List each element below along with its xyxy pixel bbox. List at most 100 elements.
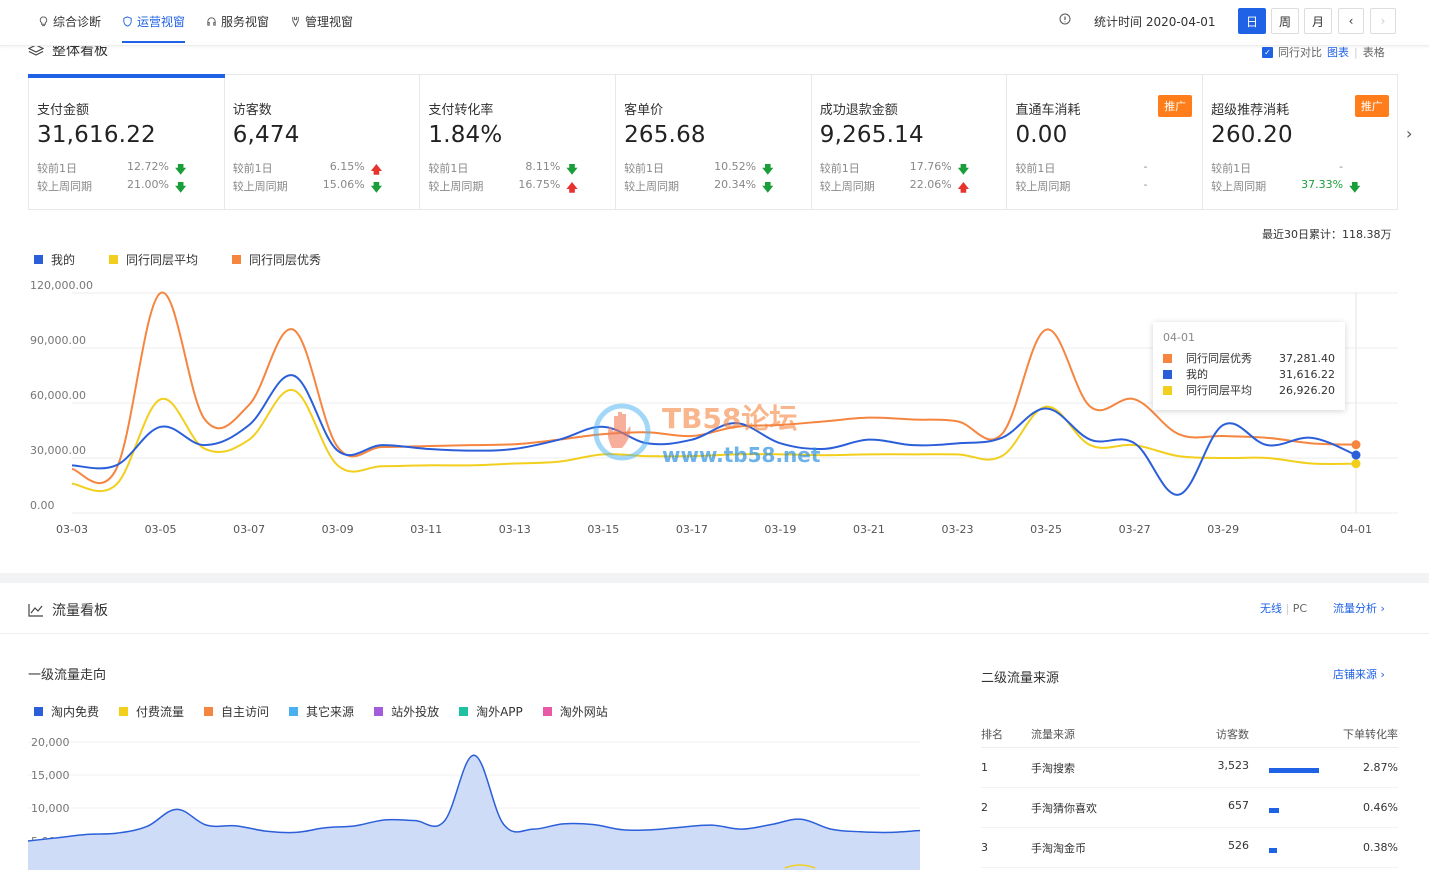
metric-card[interactable]: 支付转化率 1.84% 较前1日 8.11% 🡇 较上周同期 16.75% 🡅 — [420, 75, 617, 209]
tab-label: 服务视窗 — [221, 15, 270, 29]
day-compare-row: 较前1日 - — [1211, 160, 1391, 175]
legend-swatch — [204, 707, 214, 716]
down-arrow-icon: 🡇 — [175, 181, 187, 194]
metric-card[interactable]: 直通车消耗 推广 0.00 较前1日 - 较上周同期 - — [1007, 75, 1204, 209]
x-tick-label: 03-15 — [587, 523, 619, 536]
wireless-link[interactable]: 无线 — [1260, 602, 1282, 615]
prev-date-button[interactable]: ‹ — [1338, 8, 1364, 34]
traffic-analysis-link[interactable]: 流量分析 › — [1333, 600, 1385, 616]
traffic-chart-legend: 淘内免费 付费流量 自主访问 其它来源 站外投放 淘外APP 淘外网站 — [34, 703, 628, 720]
traffic-header: 流量看板 — [28, 600, 108, 620]
view-separator: | — [1354, 45, 1358, 59]
legend-swatch — [34, 707, 43, 716]
traffic-header-divider — [0, 633, 1429, 634]
row-visitors: 526 — [1228, 839, 1249, 852]
legend-swatch — [542, 707, 552, 716]
down-arrow-icon: 🡇 — [762, 181, 774, 194]
info-icon[interactable] — [1059, 13, 1071, 25]
metric-card[interactable]: 成功退款金额 9,265.14 较前1日 17.76% 🡇 较上周同期 22.06% 🡅 — [812, 75, 1008, 209]
x-tick-label: 03-09 — [322, 523, 354, 536]
table-header: 排名 流量来源 访客数 下单转化率 — [981, 720, 1398, 748]
watermark-line1: TB58论坛 — [662, 402, 797, 435]
promote-badge[interactable]: 推广 — [1354, 95, 1389, 117]
y-tick-label: 120,000.00 — [30, 279, 93, 292]
legend-label: 淘外APP — [476, 705, 523, 719]
legend-item[interactable]: 同行同层平均 — [109, 251, 198, 268]
legend-label: 其它来源 — [306, 705, 355, 719]
legend-swatch — [109, 255, 119, 264]
row-conversion: 2.87% — [1363, 761, 1398, 774]
tooltip-series-name: 我的 — [1186, 368, 1208, 381]
peer-compare-checkbox[interactable]: ✓ — [1262, 46, 1273, 58]
period-month-button[interactable]: 月 — [1304, 8, 1332, 34]
y-tick-label: 60,000.00 — [30, 389, 86, 402]
day-compare-row: 较前1日 10.52% 🡇 — [624, 160, 803, 176]
first-level-traffic-title: 一级流量走向 — [28, 668, 107, 683]
next-date-button[interactable]: › — [1370, 8, 1396, 34]
traffic-source-table: 排名 流量来源 访客数 下单转化率 1 手淘搜索 3,523 2.87% 2 手淘猜你喜欢… — [981, 720, 1398, 868]
week-compare-row: 较上周同期 15.06% 🡇 — [232, 178, 412, 194]
row-rank: 3 — [981, 841, 988, 854]
up-arrow-icon: 🡅 — [566, 181, 578, 194]
period-week-button[interactable]: 周 — [1271, 8, 1299, 34]
metric-value: 31,616.22 — [37, 122, 156, 148]
legend-item[interactable]: 淘外网站 — [542, 703, 608, 720]
device-separator: | — [1285, 602, 1290, 615]
week-compare-label: 较上周同期 — [232, 180, 288, 193]
week-compare-value: 22.06% — [909, 178, 952, 191]
legend-item[interactable]: 同行同层优秀 — [232, 251, 321, 268]
metric-card[interactable]: 支付金额 31,616.22 较前1日 12.72% 🡇 较上周同期 21.00% 🡇 — [28, 74, 225, 209]
metric-label: 访客数 — [232, 103, 272, 118]
table-row[interactable]: 1 手淘搜索 3,523 2.87% — [981, 748, 1398, 788]
legend-item[interactable]: 站外投放 — [374, 703, 439, 720]
tie-icon — [292, 16, 299, 27]
metric-card[interactable]: 超级推荐消耗 推广 260.20 较前1日 - 较上周同期 37.33% 🡇 — [1203, 75, 1399, 209]
row-visitors: 657 — [1228, 799, 1249, 812]
down-arrow-icon: 🡇 — [1349, 181, 1361, 194]
row-source: 手淘搜索 — [1031, 761, 1075, 775]
next-metrics-arrow[interactable]: › — [1406, 124, 1412, 143]
row-visitors: 3,523 — [1217, 759, 1250, 772]
metric-value: 265.68 — [624, 122, 706, 148]
week-compare-row: 较上周同期 16.75% 🡅 — [428, 178, 607, 194]
metric-label: 支付金额 — [37, 103, 90, 118]
day-compare-value: - — [1339, 160, 1344, 173]
share-bar-fill — [1269, 767, 1319, 773]
legend-item[interactable]: 付费流量 — [119, 703, 184, 720]
legend-label: 自主访问 — [221, 705, 270, 719]
tab-comprehensive-diagnosis[interactable]: 综合诊断 — [38, 13, 101, 30]
x-tick-label: 03-19 — [764, 523, 796, 536]
traffic-area-chart: 20,00015,00010,0005,000 — [27, 736, 921, 870]
legend-item[interactable]: 自主访问 — [204, 703, 269, 720]
legend-item[interactable]: 淘外APP — [459, 703, 523, 720]
metric-card[interactable]: 客单价 265.68 较前1日 10.52% 🡇 较上周同期 20.34% 🡇 — [616, 75, 812, 209]
pc-link[interactable]: PC — [1293, 602, 1307, 615]
week-compare-value: 20.34% — [714, 178, 757, 191]
legend-item[interactable]: 其它来源 — [289, 703, 354, 720]
header-visitors[interactable]: 访客数 — [1181, 726, 1249, 742]
tab-operations-view[interactable]: 运营视窗 — [122, 13, 186, 43]
table-row[interactable]: 2 手淘猜你喜欢 657 0.46% — [981, 788, 1398, 828]
tab-service-view[interactable]: 服务视窗 — [206, 13, 269, 30]
week-compare-label: 较上周同期 — [819, 180, 875, 193]
x-tick-label: 04-01 — [1340, 523, 1372, 536]
legend-item[interactable]: 淘内免费 — [34, 703, 99, 720]
table-row[interactable]: 3 手淘淘金币 526 0.38% — [981, 828, 1398, 868]
header-conversion[interactable]: 下单转化率 — [1319, 726, 1398, 742]
shop-source-link[interactable]: 店铺来源 › — [1333, 666, 1385, 682]
promote-badge[interactable]: 推广 — [1158, 95, 1193, 117]
legend-item[interactable]: 我的 — [34, 251, 75, 268]
top-navigation-bar: 综合诊断 运营视窗 服务视窗 管理视窗 统计时间 2020-04-01 日 周 … — [0, 0, 1429, 46]
row-rank: 1 — [981, 761, 988, 774]
day-compare-label: 较前1日 — [624, 162, 665, 175]
view-table-link[interactable]: 表格 — [1363, 44, 1385, 60]
row-conversion: 0.46% — [1363, 801, 1398, 814]
x-tick-label: 03-17 — [676, 523, 708, 536]
down-arrow-icon: 🡇 — [370, 181, 382, 194]
legend-swatch — [459, 707, 469, 716]
forum-watermark: TB58论坛 www.tb58.net — [593, 402, 821, 467]
metric-card[interactable]: 访客数 6,474 较前1日 6.15% 🡅 较上周同期 15.06% 🡇 — [225, 75, 421, 209]
view-chart-link[interactable]: 图表 — [1327, 44, 1349, 60]
period-day-button[interactable]: 日 — [1238, 8, 1266, 34]
tab-management-view[interactable]: 管理视窗 — [290, 13, 353, 30]
